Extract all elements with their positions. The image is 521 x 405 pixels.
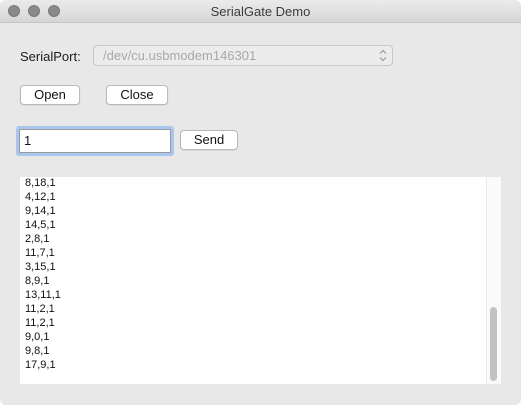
log-line: 3,15,1	[25, 261, 56, 273]
log-line: 9,0,1	[25, 331, 50, 343]
log-line: 8,18,1	[25, 177, 56, 189]
window-title: SerialGate Demo	[210, 4, 311, 19]
serial-port-select[interactable]: /dev/cu.usbmodem146301	[93, 45, 393, 66]
log-line: 4,12,1	[25, 191, 56, 203]
close-button[interactable]: Close	[106, 85, 168, 105]
app-window: SerialGate Demo SerialPort: /dev/cu.usbm…	[0, 0, 521, 405]
log-line: 8,9,1	[25, 275, 50, 287]
log-line: 14,5,1	[25, 219, 56, 231]
send-input[interactable]: 1	[19, 129, 171, 153]
log-lines: 8,18,1 4,12,1 9,14,1 14,5,1 2,8,1 11,7,1 3,15,…	[25, 177, 61, 372]
open-button[interactable]: Open	[20, 85, 80, 105]
send-button[interactable]: Send	[180, 130, 238, 150]
log-scrollbar-thumb[interactable]	[490, 307, 497, 381]
log-line: 11,7,1	[25, 247, 55, 259]
log-line: 9,8,1	[25, 345, 50, 357]
log-line: 2,8,1	[25, 233, 50, 245]
title-bar[interactable]: SerialGate Demo	[0, 0, 521, 23]
log-line: 13,11,1	[25, 289, 61, 301]
log-line: 11,2,1	[25, 303, 55, 315]
updown-chevron-icon	[379, 49, 387, 62]
serial-port-value: /dev/cu.usbmodem146301	[103, 48, 257, 63]
log-line: 9,14,1	[25, 205, 56, 217]
log-text-area[interactable]: 8,18,1 4,12,1 9,14,1 14,5,1 2,8,1 11,7,1 3,15,…	[20, 177, 501, 384]
log-line: 17,9,1	[25, 359, 56, 371]
log-line: 11,2,1	[25, 317, 55, 329]
log-scrollbar[interactable]	[486, 177, 501, 384]
serial-port-label: SerialPort:	[20, 49, 81, 64]
